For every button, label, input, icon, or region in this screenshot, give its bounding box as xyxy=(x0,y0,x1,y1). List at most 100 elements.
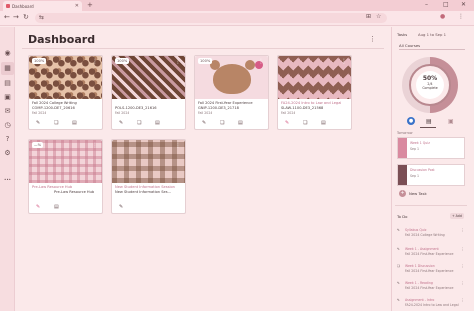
task-title[interactable]: Discussion Post xyxy=(410,168,435,172)
card-term: Fall 2024 xyxy=(32,111,47,115)
card-term: Fall 2024 xyxy=(115,111,130,115)
card-code: New Student Information Ses… xyxy=(115,190,172,194)
extension-icon[interactable]: ⊞ xyxy=(366,13,371,20)
card-progress-badge: —% xyxy=(32,142,44,148)
forward-icon[interactable]: → xyxy=(13,13,19,21)
todo-item-title[interactable]: Assignment - Intro xyxy=(405,298,434,302)
assignments-icon[interactable]: ✎ xyxy=(202,120,206,126)
card-options-icon[interactable]: ⋮ xyxy=(341,58,347,65)
discussions-icon[interactable]: ❏ xyxy=(54,120,58,126)
dashboard-options-icon[interactable]: ⋮ xyxy=(369,35,376,43)
task-card[interactable]: Week 1 Quiz Sep 1 xyxy=(397,137,465,159)
card-code: COMP-1200-DE7_20616 xyxy=(32,106,75,110)
discussions-icon[interactable]: ❏ xyxy=(137,120,141,126)
todo-divider xyxy=(395,205,467,206)
course-filter-select[interactable]: All Courses xyxy=(399,43,465,50)
more-nav-icon[interactable]: ••• xyxy=(3,175,12,184)
card-code: GNIP-1200-DE3_21718 xyxy=(198,106,239,110)
title-divider xyxy=(22,48,384,49)
discussions-icon[interactable]: ❏ xyxy=(303,120,307,126)
course-card[interactable]: ⋮ FA24-2024 Intro to Law and Legal SLAW-… xyxy=(277,55,352,130)
course-card[interactable]: —% ⋮ Pre-Law Resource Hub Pre-Law Resour… xyxy=(28,139,103,214)
todo-item-title[interactable]: Syllabus Quiz xyxy=(405,228,426,232)
tab-close-icon[interactable]: ✕ xyxy=(75,3,79,9)
new-tab-button[interactable]: + xyxy=(87,1,93,9)
todo-item-title[interactable]: Week 1 - Reading xyxy=(405,281,433,285)
tasks-tab-icon[interactable]: ▤ xyxy=(426,118,432,125)
card-title[interactable]: New Student Information Session xyxy=(115,185,175,189)
new-task-icon[interactable]: + xyxy=(399,190,406,197)
card-options-icon[interactable]: ⋮ xyxy=(175,58,181,65)
task-title[interactable]: Week 1 Quiz xyxy=(410,141,430,145)
card-options-icon[interactable]: ⋮ xyxy=(92,142,98,149)
files-icon[interactable]: ▤ xyxy=(155,120,160,126)
course-card[interactable]: 100% ⋮ POLS-1200-DE3_21616 Fall 2024 ✎ ❏… xyxy=(111,55,186,130)
task-date: Sep 1 xyxy=(410,174,420,178)
back-icon[interactable]: ← xyxy=(4,13,10,21)
date-range-button[interactable]: Aug 1 to Sep 1 xyxy=(418,32,446,37)
files-icon[interactable]: ▤ xyxy=(72,120,77,126)
inbox-icon[interactable]: ✉ xyxy=(3,107,12,116)
todo-item-menu-icon[interactable]: ⋮ xyxy=(461,264,464,268)
close-window-button[interactable]: ✕ xyxy=(461,1,466,8)
task-count-badge: ● xyxy=(407,117,415,125)
todo-item-menu-icon[interactable]: ⋮ xyxy=(461,247,464,251)
files-icon[interactable]: ▤ xyxy=(321,120,326,126)
card-title[interactable]: Fall 2024 First-Year Experience xyxy=(198,101,253,105)
card-options-icon[interactable]: ⋮ xyxy=(92,58,98,65)
history-icon[interactable]: ◷ xyxy=(3,121,12,130)
card-options-icon[interactable]: ⋮ xyxy=(258,58,264,65)
discussions-icon[interactable]: ❏ xyxy=(220,120,224,126)
card-code: Pre-Law Resource Hub xyxy=(54,190,95,194)
progress-ring-center: 50% 2/4 Complete xyxy=(416,71,444,99)
assignments-icon[interactable]: ✎ xyxy=(285,120,289,126)
todo-item-title[interactable]: Week 1 - Assignment xyxy=(405,247,439,251)
browser-menu-icon[interactable]: ⋮ xyxy=(458,13,464,20)
todo-item-icon: ✎ xyxy=(397,298,400,302)
minimize-button[interactable]: – xyxy=(425,1,428,8)
reload-icon[interactable]: ↻ xyxy=(23,13,29,21)
card-title[interactable]: Pre-Law Resource Hub xyxy=(32,185,72,189)
browser-tab[interactable]: Dashboard ✕ xyxy=(3,1,82,11)
tomorrow-label: Tomorrow xyxy=(397,131,413,135)
dashboard-icon[interactable]: ▦ xyxy=(3,64,12,73)
tasks-label: Tasks xyxy=(397,32,408,37)
task-color-bar xyxy=(398,165,407,185)
bookmark-star-icon[interactable]: ☆ xyxy=(376,13,381,20)
todo-item-menu-icon[interactable]: ⋮ xyxy=(461,298,464,302)
calendar-icon[interactable]: ▣ xyxy=(3,93,12,102)
todo-item-title[interactable]: Week 1 Discussion xyxy=(405,264,435,268)
todo-item-course: Fall 2024 College Writing xyxy=(405,233,445,237)
course-card[interactable]: ⋮ New Student Information Session New St… xyxy=(111,139,186,214)
courses-icon[interactable]: ▤ xyxy=(3,79,12,88)
task-card[interactable]: Discussion Post Sep 1 xyxy=(397,164,465,186)
task-color-bar xyxy=(398,138,407,158)
apps-icon[interactable]: ⚙ xyxy=(3,149,12,158)
todo-add-button[interactable]: + Add xyxy=(450,213,464,219)
course-card[interactable]: 100% ⋮ Fall 2024 First-Year Experience G… xyxy=(194,55,269,130)
assignments-icon[interactable]: ✎ xyxy=(36,120,40,126)
todo-title: To Do xyxy=(397,214,408,219)
task-date: Sep 1 xyxy=(410,147,420,151)
maximize-button[interactable]: □ xyxy=(443,1,449,8)
assignments-icon[interactable]: ✎ xyxy=(119,120,123,126)
account-icon[interactable]: ◉ xyxy=(3,49,12,58)
files-icon[interactable]: ▤ xyxy=(238,120,243,126)
done-tab-icon[interactable]: ▣ xyxy=(448,118,454,125)
assignments-icon[interactable]: ✎ xyxy=(119,204,123,210)
active-tab-indicator xyxy=(420,127,436,128)
site-info-icon[interactable]: ⇆ xyxy=(39,14,44,21)
files-icon[interactable]: ▤ xyxy=(54,204,59,210)
card-title[interactable]: FA24-2024 Intro to Law and Legal xyxy=(281,101,341,105)
course-card[interactable]: 100% ⋮ Fall 2024 College Writing COMP-12… xyxy=(28,55,103,130)
new-task-button[interactable]: New Task xyxy=(409,191,427,196)
address-bar[interactable]: ⇆ xyxy=(35,13,387,23)
card-title[interactable]: Fall 2024 College Writing xyxy=(32,101,77,105)
progress-label: Complete xyxy=(422,86,438,90)
profile-icon[interactable]: ● xyxy=(440,13,445,20)
todo-item-menu-icon[interactable]: ⋮ xyxy=(461,281,464,285)
assignments-icon[interactable]: ✎ xyxy=(36,204,40,210)
todo-item-menu-icon[interactable]: ⋮ xyxy=(461,228,464,232)
help-icon[interactable]: ? xyxy=(3,135,12,144)
card-options-icon[interactable]: ⋮ xyxy=(175,142,181,149)
